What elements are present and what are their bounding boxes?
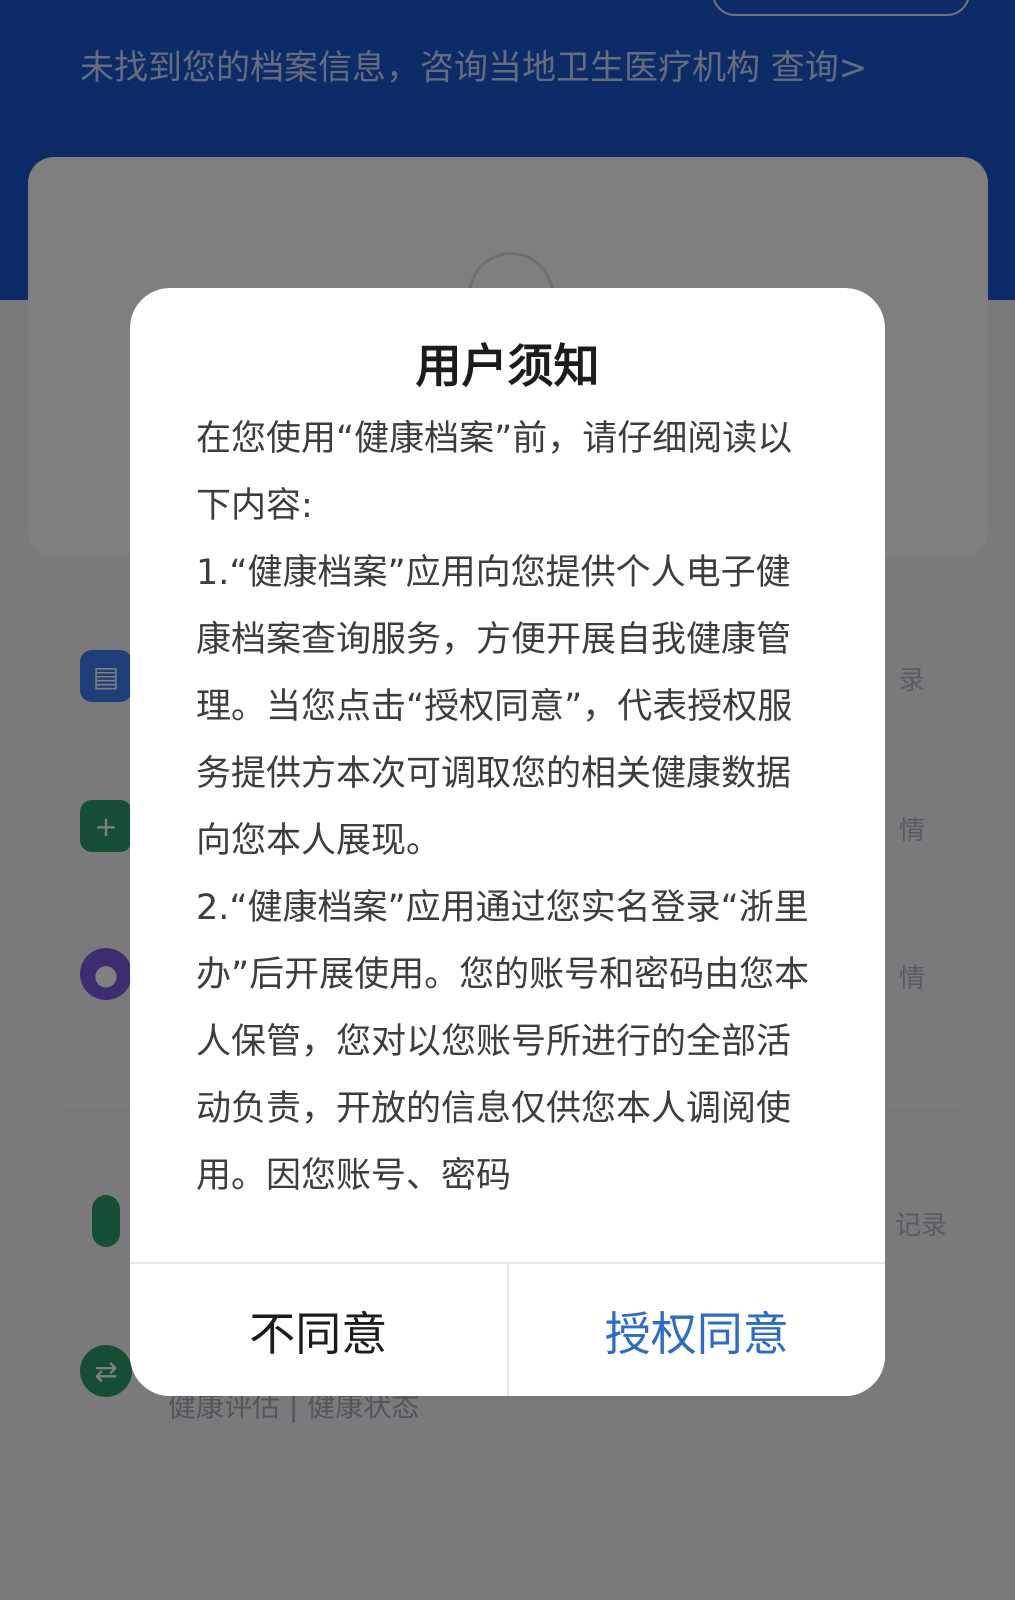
- dialog-body[interactable]: 在您使用“健康档案”前，请仔细阅读以下内容: 1.“健康档案”应用向您提供个人电…: [196, 406, 816, 1396]
- dialog-paragraph-1: 1.“健康档案”应用向您提供个人电子健康档案查询服务，方便开展自我健康管理。当您…: [196, 553, 793, 861]
- decline-button[interactable]: 不同意: [130, 1264, 509, 1396]
- authorize-agree-button[interactable]: 授权同意: [509, 1264, 886, 1396]
- dialog-paragraph-intro: 在您使用“健康档案”前，请仔细阅读以下内容:: [196, 419, 793, 526]
- user-notice-dialog: 用户须知 在您使用“健康档案”前，请仔细阅读以下内容: 1.“健康档案”应用向您…: [130, 288, 885, 1396]
- dialog-paragraph-2: 2.“健康档案”应用通过您实名登录“浙里办”后开展使用。您的账号和密码由您本人保…: [196, 888, 810, 1196]
- dialog-title: 用户须知: [415, 339, 600, 393]
- dialog-actions: 不同意 授权同意: [130, 1262, 885, 1396]
